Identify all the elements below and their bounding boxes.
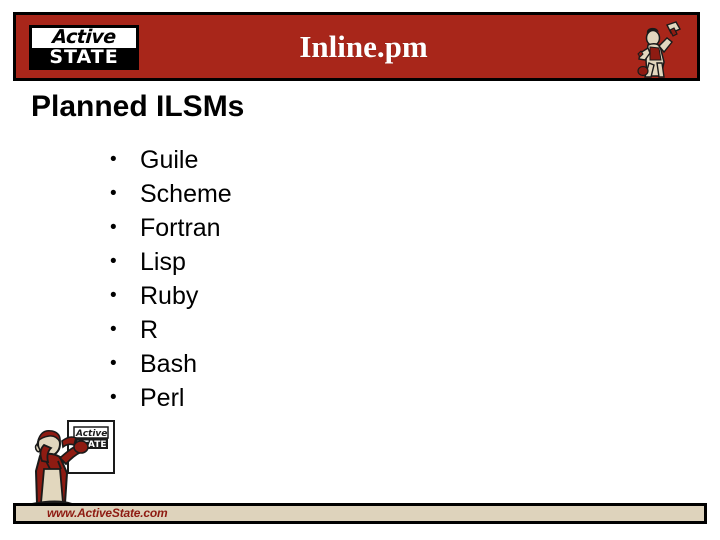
list-item-label: Guile [140,146,199,174]
logo-state-text: STATE [32,47,136,67]
bullet-icon: • [110,353,117,374]
bullet-icon: • [110,149,117,170]
slide-heading: Planned ILSMs [31,90,245,123]
header-banner: Inline.pm Active STATE [13,12,700,81]
list-item: • Fortran [106,211,232,245]
worker-with-hammer-icon [629,17,691,79]
list-item-label: Scheme [140,180,232,208]
activestate-logo: Active STATE [29,25,139,70]
worker-holding-poster-icon: Active STATE [18,417,130,513]
list-item-label: Bash [140,350,197,378]
bullet-icon: • [110,285,117,306]
list-item: • Lisp [106,245,232,279]
planned-ilsms-list: • Guile • Scheme • Fortran • Lisp • Ruby… [106,143,232,415]
list-item-label: Perl [140,384,185,412]
list-item: • Ruby [106,279,232,313]
list-item-label: Fortran [140,214,221,242]
footer-url[interactable]: www.ActiveState.com [47,505,168,522]
list-item: • Guile [106,143,232,177]
logo-active-text: Active [32,28,136,48]
bullet-icon: • [110,251,117,272]
list-item-label: Lisp [140,248,186,276]
list-item: • Perl [106,381,232,415]
list-item: • R [106,313,232,347]
list-item-label: Ruby [140,282,199,310]
bullet-icon: • [110,319,117,340]
list-item: • Scheme [106,177,232,211]
bullet-icon: • [110,387,117,408]
bullet-icon: • [110,183,117,204]
list-item-label: R [140,316,159,344]
svg-text:Active: Active [75,429,107,439]
bullet-icon: • [110,217,117,238]
list-item: • Bash [106,347,232,381]
